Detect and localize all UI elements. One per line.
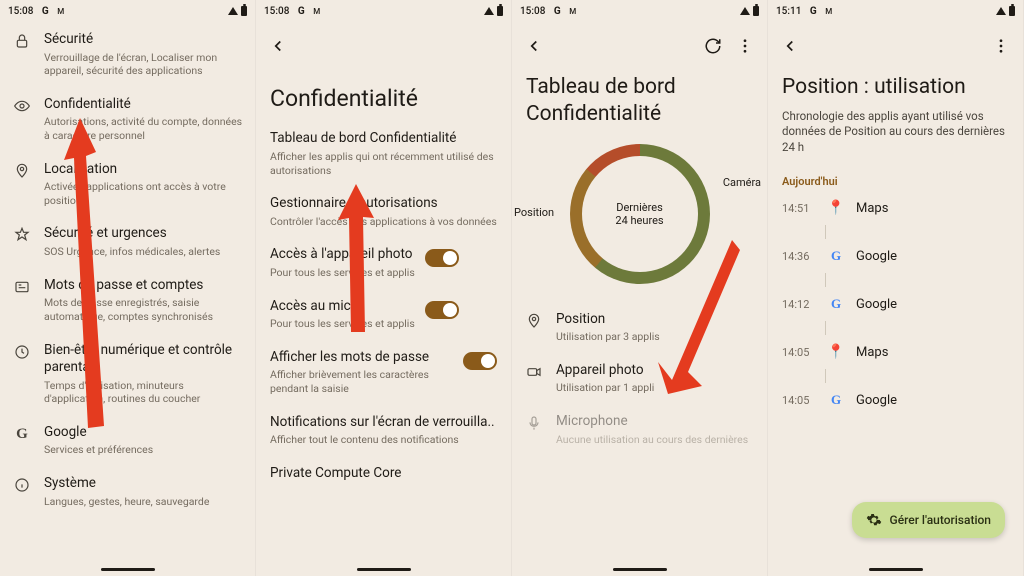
back-button[interactable] xyxy=(778,34,802,58)
annotation-arrow xyxy=(334,184,384,334)
toggle-switch[interactable] xyxy=(425,301,459,319)
app-name: Maps xyxy=(856,201,888,216)
app-name: Maps xyxy=(856,345,888,360)
screen-position-usage: 15:11 G M Position : utilisation Chronol… xyxy=(768,0,1024,576)
usage-time: 14:51 xyxy=(782,202,816,215)
usage-row[interactable]: 14:36 G Google xyxy=(768,239,1023,273)
back-button[interactable] xyxy=(266,34,290,58)
status-bar: 15:08 G M xyxy=(0,0,255,22)
item-subtitle: Verrouillage de l'écran, Localiser mon a… xyxy=(44,51,243,78)
app-name: Google xyxy=(856,297,897,312)
signal-icon xyxy=(228,7,238,15)
google-icon: G xyxy=(12,424,32,443)
timeline-connector xyxy=(825,273,826,287)
manage-permission-fab[interactable]: Gérer l'autorisation xyxy=(852,502,1005,538)
nav-indicator xyxy=(869,568,923,571)
screen-settings-list: 15:08 G M Sécurité Verrouillage de l'écr… xyxy=(0,0,256,576)
signal-icon xyxy=(484,7,494,15)
usage-time: 14:05 xyxy=(782,394,816,407)
usage-row[interactable]: 14:05 📍 Maps xyxy=(768,335,1023,369)
pin-icon xyxy=(524,311,544,329)
nav-indicator xyxy=(101,568,155,571)
settings-item[interactable]: Système Langues, gestes, heure, sauvegar… xyxy=(0,466,255,517)
privacy-row[interactable]: Afficher les mots de passeAfficher brièv… xyxy=(256,340,511,405)
back-button[interactable] xyxy=(522,34,546,58)
privacy-row[interactable]: Private Compute Core xyxy=(256,456,511,492)
maps-icon: 📍 xyxy=(827,200,844,216)
info-icon xyxy=(12,475,32,493)
lock-icon xyxy=(12,31,32,49)
item-title: Système xyxy=(44,475,243,493)
page-title: Confidentialité xyxy=(256,60,511,121)
screen-privacy: 15:08 G M Confidentialité Tableau de bor… xyxy=(256,0,512,576)
usage-row[interactable]: 14:05 G Google xyxy=(768,383,1023,417)
battery-icon xyxy=(1009,6,1015,16)
annotation-arrow xyxy=(632,240,742,400)
annotation-arrow xyxy=(58,118,128,438)
app-name: Google xyxy=(856,393,897,408)
heart-icon xyxy=(12,342,32,360)
battery-icon xyxy=(753,6,759,16)
usage-time: 14:12 xyxy=(782,298,816,311)
timeline-connector xyxy=(825,225,826,239)
page-title: Position : utilisation xyxy=(768,60,1023,109)
usage-time: 14:36 xyxy=(782,250,816,263)
page-title: Tableau de bord Confidentialité xyxy=(512,60,767,136)
battery-icon xyxy=(497,6,503,16)
star-icon xyxy=(12,225,32,243)
page-subtitle: Chronologie des applis ayant utilisé vos… xyxy=(768,109,1023,168)
maps-icon: 📍 xyxy=(827,344,844,360)
privacy-row[interactable]: Notifications sur l'écran de verrouilla.… xyxy=(256,405,511,456)
pin-icon xyxy=(12,161,32,179)
google-icon: G xyxy=(831,392,841,408)
google-icon: G xyxy=(831,248,841,264)
key-icon xyxy=(12,277,32,295)
screen-privacy-dashboard: 15:08 G M Tableau de bord Confidentialit… xyxy=(512,0,768,576)
nav-indicator xyxy=(357,568,411,571)
app-name: Google xyxy=(856,249,897,264)
usage-time: 14:05 xyxy=(782,346,816,359)
settings-item[interactable]: Sécurité Verrouillage de l'écran, Locali… xyxy=(0,22,255,87)
timeline-connector xyxy=(825,369,826,383)
item-subtitle: Langues, gestes, heure, sauvegarde xyxy=(44,495,243,509)
donut-label-position: Position xyxy=(514,206,554,219)
privacy-row[interactable]: Tableau de bord ConfidentialitéAfficher … xyxy=(256,121,511,186)
item-title: Sécurité xyxy=(44,31,243,49)
gear-icon xyxy=(866,512,882,528)
google-icon: G xyxy=(831,296,841,312)
mic-icon xyxy=(524,413,544,431)
refresh-button[interactable] xyxy=(701,34,725,58)
toggle-switch[interactable] xyxy=(425,249,459,267)
overflow-menu-button[interactable] xyxy=(733,34,757,58)
usage-row[interactable]: 14:51 📍 Maps xyxy=(768,191,1023,225)
section-header-today: Aujourd'hui xyxy=(768,167,1023,191)
battery-icon xyxy=(241,6,247,16)
camera-icon xyxy=(524,362,544,380)
signal-icon xyxy=(740,7,750,15)
overflow-menu-button[interactable] xyxy=(989,34,1013,58)
item-subtitle: Services et préférences xyxy=(44,443,243,457)
status-bar: 15:11 G M xyxy=(768,0,1023,22)
signal-icon xyxy=(996,7,1006,15)
usage-row[interactable]: 14:12 G Google xyxy=(768,287,1023,321)
eye-icon xyxy=(12,96,32,114)
item-title: Confidentialité xyxy=(44,96,243,114)
timeline-connector xyxy=(825,321,826,335)
donut-label-camera: Caméra xyxy=(723,176,761,189)
status-bar: 15:08 G M xyxy=(512,0,767,22)
permission-item[interactable]: MicrophoneAucune utilisation au cours de… xyxy=(512,404,767,455)
status-bar: 15:08 G M xyxy=(256,0,511,22)
toggle-switch[interactable] xyxy=(463,352,497,370)
nav-indicator xyxy=(613,568,667,571)
